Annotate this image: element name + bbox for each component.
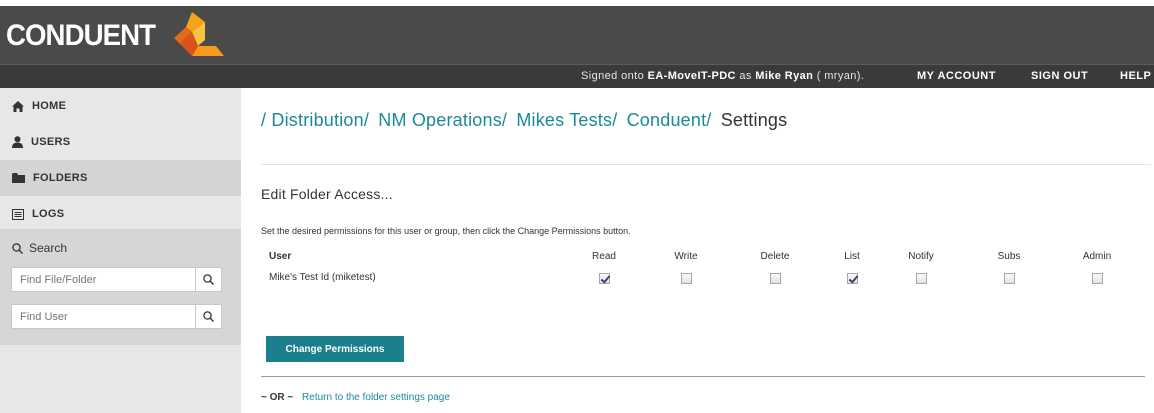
search-icon [12,242,23,254]
search-icon [203,274,214,285]
column-header-admin: Admin [1082,251,1112,262]
read-cell [574,273,634,287]
sidebar-item-label: LOGS [32,208,65,220]
notify-checkbox[interactable] [915,273,927,284]
account-info-bar: Signed onto EA-MoveIT-PDC as Mike Ryan (… [0,64,1154,88]
permissions-table: User Read Write Delete List Notify Subs … [261,246,1151,290]
breadcrumb-current: Settings [720,110,788,130]
sidebar-item-folders[interactable]: FOLDERS [0,160,241,196]
help-link[interactable]: HELP [1120,70,1151,82]
column-header-notify: Notify [908,251,934,262]
sidebar: HOME USERS FOLDERS LOGS Search [0,88,241,413]
section-title: Edit Folder Access... [261,186,393,202]
folder-icon [12,173,25,183]
column-header-subs: Subs [997,251,1021,262]
breadcrumb-nm-operations[interactable]: NM Operations/ [378,110,507,130]
or-return-line: ~ OR ~ Return to the folder settings pag… [261,392,450,403]
table-header-row: User Read Write Delete List Notify Subs … [261,246,1151,268]
admin-checkbox[interactable] [1091,273,1103,284]
breadcrumb-mikes-tests[interactable]: Mikes Tests/ [516,110,617,130]
breadcrumb-distribution[interactable]: / Distribution/ [261,110,369,130]
list-cell [822,273,882,287]
logo-text: CONDUENT [6,19,156,52]
find-user-input[interactable] [12,305,186,328]
list-checkbox[interactable] [846,273,858,284]
return-to-folder-settings-link[interactable]: Return to the folder settings page [302,392,450,403]
signed-prefix: Signed onto [581,70,648,82]
conduent-logo[interactable]: CONDUENT [6,10,230,62]
user-name: Mike Ryan [755,70,814,82]
column-header-write: Write [674,251,698,262]
find-file-field [11,267,222,292]
signed-on-text: Signed onto EA-MoveIT-PDC as Mike Ryan (… [581,70,864,82]
sign-out-link[interactable]: SIGN OUT [1031,70,1088,82]
subs-cell [979,273,1039,287]
search-title-label: Search [29,241,68,255]
row-user-name: Mike's Test Id (miketest) [269,272,376,283]
sidebar-item-logs[interactable]: LOGS [0,196,241,232]
write-cell [656,273,716,287]
divider [261,376,1145,377]
search-panel: Search [0,229,241,345]
search-icon [203,311,214,322]
change-permissions-button[interactable]: Change Permissions [266,336,404,362]
search-title: Search [12,241,67,255]
user-login: ( mryan). [813,70,865,82]
column-header-user: User [269,251,292,262]
write-checkbox[interactable] [680,273,692,284]
sidebar-item-label: HOME [32,100,67,112]
breadcrumb-conduent[interactable]: Conduent/ [627,110,712,130]
column-header-read: Read [592,251,616,262]
sidebar-item-users[interactable]: USERS [0,124,241,160]
user-icon [12,136,23,148]
notify-cell [891,273,951,287]
header-banner: CONDUENT [0,6,1154,64]
conduent-logo-mark-icon [174,12,224,56]
find-file-input[interactable] [12,268,186,291]
column-header-list: List [844,251,860,262]
admin-cell [1067,273,1127,287]
subs-checkbox[interactable] [1003,273,1015,284]
server-name: EA-MoveIT-PDC [647,70,736,82]
sidebar-item-label: FOLDERS [33,172,88,184]
delete-cell [745,273,805,287]
divider [261,164,1151,165]
column-header-delete: Delete [760,251,790,262]
home-icon [12,100,24,112]
or-text: ~ OR ~ [261,392,294,403]
find-user-search-button[interactable] [195,305,221,328]
find-user-field [11,304,222,329]
logs-icon [12,208,24,220]
find-file-search-button[interactable] [195,268,221,291]
instructions-text: Set the desired permissions for this use… [261,226,631,236]
sidebar-item-home[interactable]: HOME [0,88,241,124]
main-content: / Distribution/ NM Operations/ Mikes Tes… [241,88,1154,413]
breadcrumb: / Distribution/ NM Operations/ Mikes Tes… [261,110,791,131]
read-checkbox[interactable] [598,273,610,284]
sidebar-item-label: USERS [31,136,71,148]
delete-checkbox[interactable] [769,273,781,284]
table-row: Mike's Test Id (miketest) [261,268,1151,290]
as-text: as [735,70,756,82]
my-account-link[interactable]: MY ACCOUNT [917,70,996,82]
